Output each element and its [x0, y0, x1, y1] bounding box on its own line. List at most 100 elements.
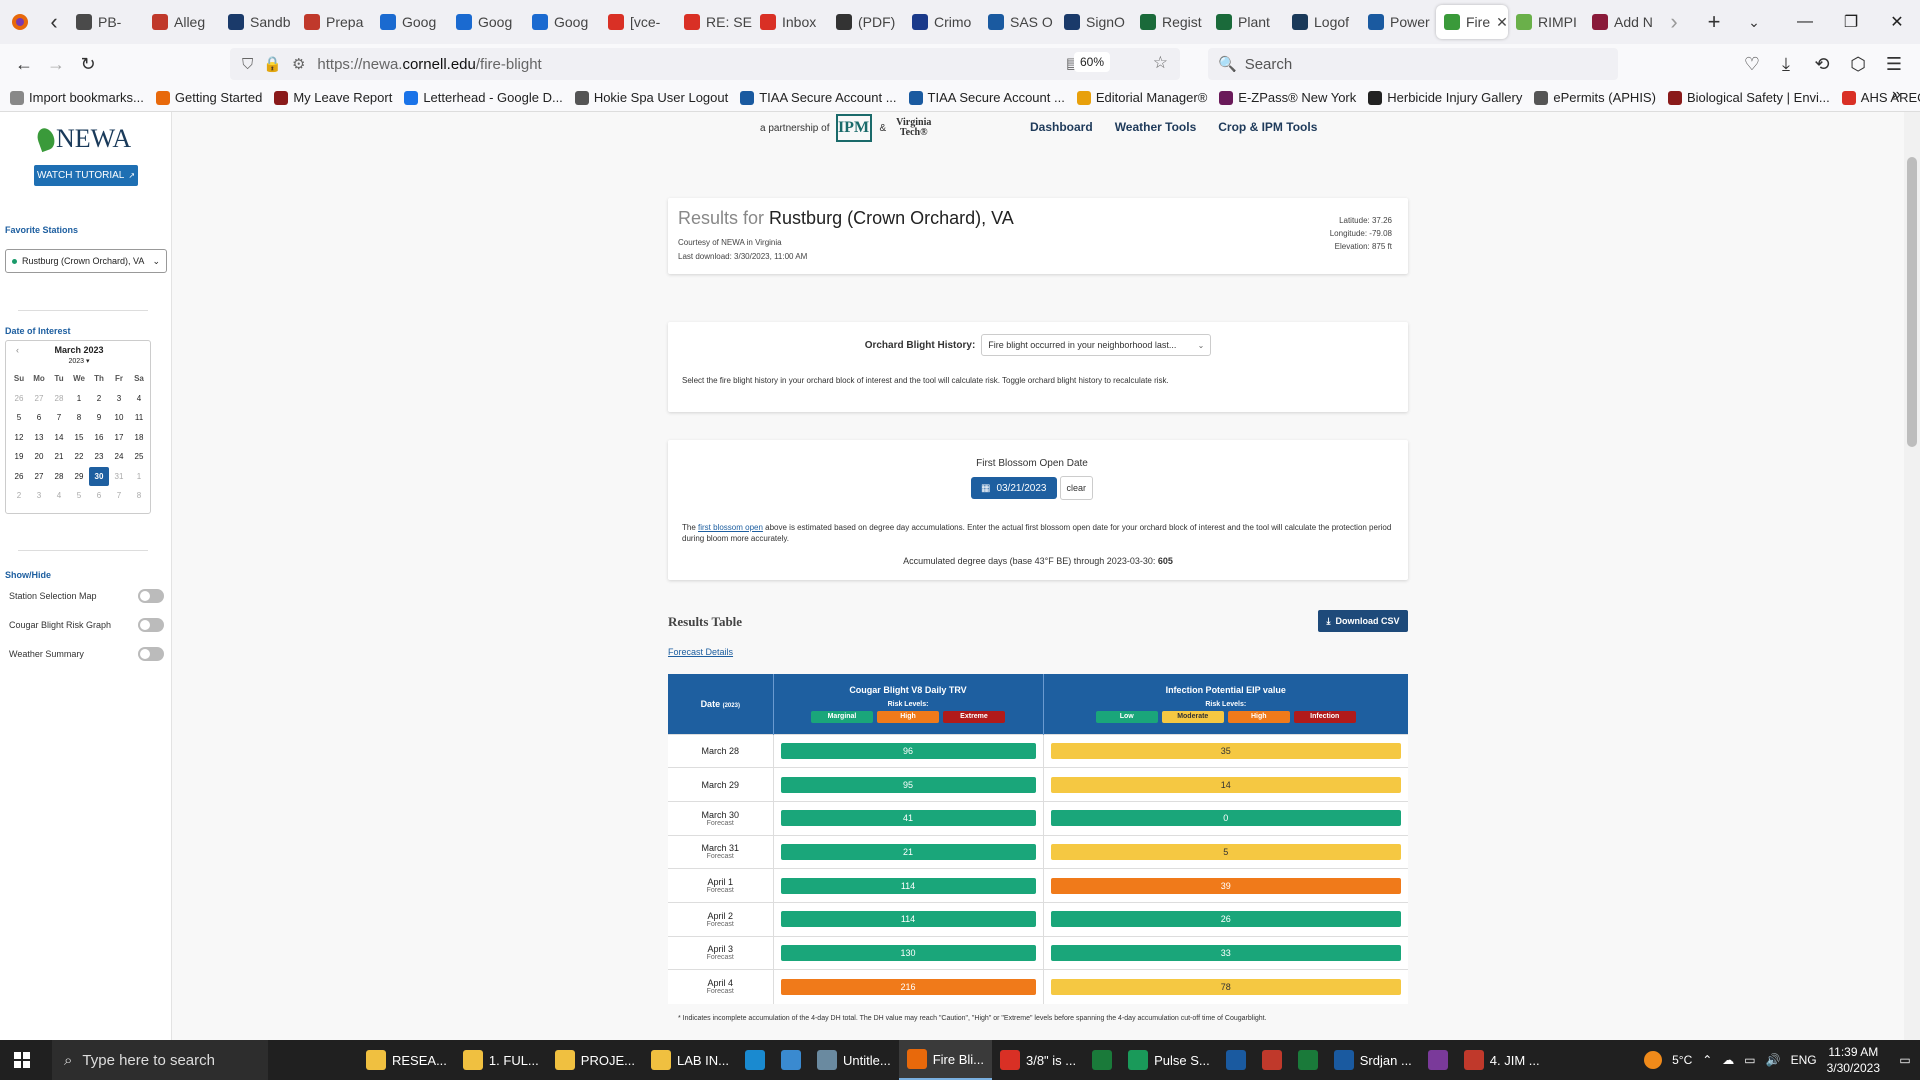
toggle-switch[interactable] [138, 618, 164, 632]
pocket-icon[interactable]: ♡ [1736, 48, 1768, 80]
calendar-day[interactable]: 12 [9, 428, 29, 448]
bookmark-item[interactable]: TIAA Secure Account ... [908, 90, 1065, 105]
new-tab-icon[interactable]: + [1700, 7, 1728, 37]
calendar-day[interactable]: 6 [89, 486, 109, 506]
browser-tab[interactable]: Goog [448, 5, 524, 39]
station-select[interactable]: Rustburg (Crown Orchard), VA ⌄ [5, 249, 167, 273]
search-input[interactable]: 🔍 Search [1208, 48, 1618, 80]
browser-tab[interactable]: Inbox [752, 5, 828, 39]
permissions-icon[interactable]: ⚙ [292, 55, 305, 73]
calendar-day[interactable]: 27 [29, 389, 49, 409]
bookmark-item[interactable]: Letterhead - Google D... [404, 90, 563, 105]
taskbar-app[interactable]: Untitle... [809, 1040, 899, 1080]
watch-tutorial-button[interactable]: WATCH TUTORIAL ↗ [34, 165, 138, 186]
taskbar-app[interactable] [773, 1040, 809, 1080]
browser-tab[interactable]: Goog [524, 5, 600, 39]
calendar-day[interactable]: 29 [69, 467, 89, 487]
calendar-day[interactable]: 5 [69, 486, 89, 506]
shield-icon[interactable]: ⛉ [242, 56, 253, 73]
bookmark-item[interactable]: My Leave Report [274, 90, 392, 105]
calendar-day[interactable]: 19 [9, 447, 29, 467]
taskbar-app[interactable]: RESEA... [358, 1040, 455, 1080]
calendar-year[interactable]: 2023 ▾ [6, 357, 152, 365]
list-tabs-icon[interactable]: ⌄ [1740, 7, 1768, 37]
reload-icon[interactable]: ↻ [72, 48, 104, 80]
first-blossom-date-button[interactable]: ▦ 03/21/2023 [970, 477, 1057, 499]
calendar-day[interactable]: 3 [29, 486, 49, 506]
calendar-day[interactable]: 31 [109, 467, 129, 487]
taskbar-app[interactable]: 1. FUL... [455, 1040, 547, 1080]
browser-tab[interactable]: Regist [1132, 5, 1208, 39]
extensions-icon[interactable]: ⬡ [1842, 48, 1874, 80]
calendar-day[interactable]: 8 [129, 486, 149, 506]
notifications-icon[interactable]: ▭ [1890, 1053, 1920, 1067]
toggle-switch[interactable] [138, 647, 164, 661]
browser-tab[interactable]: PB- [68, 5, 144, 39]
scrollbar-thumb[interactable] [1907, 157, 1917, 447]
restore-icon[interactable]: ❐ [1828, 0, 1874, 44]
calendar-day[interactable]: 24 [109, 447, 129, 467]
forward-icon[interactable]: → [40, 48, 72, 80]
calendar-day[interactable]: 2 [9, 486, 29, 506]
bookmark-item[interactable]: Import bookmarks... [10, 90, 144, 105]
calendar-day[interactable]: 5 [9, 408, 29, 428]
weather-icon[interactable] [1644, 1051, 1663, 1069]
close-window-icon[interactable]: ✕ [1874, 0, 1920, 44]
taskbar-app[interactable]: PROJE... [547, 1040, 643, 1080]
calendar-day[interactable]: 18 [129, 428, 149, 448]
temperature-text[interactable]: 5°C [1672, 1053, 1692, 1067]
nav-crop-ipm-tools[interactable]: Crop & IPM Tools [1218, 120, 1317, 134]
toggle-switch[interactable] [138, 589, 164, 603]
nav-dashboard[interactable]: Dashboard [1030, 120, 1093, 134]
taskbar-app[interactable] [1290, 1040, 1326, 1080]
first-blossom-link[interactable]: first blossom open [698, 523, 763, 532]
browser-tab[interactable]: SignO [1056, 5, 1132, 39]
taskbar-app[interactable]: LAB IN... [643, 1040, 737, 1080]
windows-start-icon[interactable] [0, 1040, 44, 1080]
calendar-month[interactable]: March 2023 [6, 345, 152, 355]
blight-history-select[interactable]: Fire blight occurred in your neighborhoo… [981, 334, 1212, 356]
tab-scroll-right-icon[interactable]: › [1660, 7, 1688, 37]
close-tab-icon[interactable]: ✕ [1496, 14, 1508, 31]
bookmark-item[interactable]: Getting Started [155, 90, 262, 105]
downloads-icon[interactable]: ⤓ [1770, 48, 1802, 80]
calendar-day[interactable]: 4 [49, 486, 69, 506]
sync-icon[interactable]: ⟲ [1806, 48, 1838, 80]
browser-tab[interactable]: RIMPI [1508, 5, 1584, 39]
browser-tab[interactable]: RE: SE [676, 5, 752, 39]
calendar-day[interactable]: 27 [29, 467, 49, 487]
calendar-day[interactable]: 11 [129, 408, 149, 428]
download-csv-button[interactable]: ⤓ Download CSV [1318, 610, 1408, 632]
taskbar-app[interactable] [737, 1040, 773, 1080]
bookmark-item[interactable]: ePermits (APHIS) [1534, 90, 1656, 105]
calendar-day[interactable]: 22 [69, 447, 89, 467]
browser-tab[interactable]: Add N [1584, 5, 1660, 39]
browser-tab[interactable]: Crimo [904, 5, 980, 39]
calendar-day[interactable]: 28 [49, 467, 69, 487]
calendar-day[interactable]: 7 [49, 408, 69, 428]
calendar-day[interactable]: 26 [9, 389, 29, 409]
browser-tab[interactable]: Plant [1208, 5, 1284, 39]
bookmark-item[interactable]: Editorial Manager® [1076, 90, 1207, 105]
browser-tab[interactable]: Sandb [220, 5, 296, 39]
zoom-level[interactable]: 60% [1073, 52, 1110, 72]
calendar-day[interactable]: 16 [89, 428, 109, 448]
bookmark-item[interactable]: Hokie Spa User Logout [574, 90, 728, 105]
calendar-day[interactable]: 21 [49, 447, 69, 467]
calendar-day[interactable]: 28 [49, 389, 69, 409]
taskbar-search[interactable]: ⌕ Type here to search [52, 1040, 268, 1080]
calendar-day[interactable]: 13 [29, 428, 49, 448]
calendar-day[interactable]: 7 [109, 486, 129, 506]
calendar-day[interactable]: 20 [29, 447, 49, 467]
browser-tab[interactable]: [vce- [600, 5, 676, 39]
tab-scroll-left-icon[interactable]: ‹ [40, 7, 68, 37]
calendar-day[interactable]: 1 [129, 467, 149, 487]
browser-tab[interactable]: Goog [372, 5, 448, 39]
calendar-day[interactable]: 14 [49, 428, 69, 448]
bookmark-star-icon[interactable]: ☆ [1153, 53, 1168, 73]
clear-button[interactable]: clear [1059, 476, 1094, 500]
lock-icon[interactable]: 🔒 [263, 55, 282, 73]
taskbar-app[interactable] [1254, 1040, 1290, 1080]
calendar-day[interactable]: 25 [129, 447, 149, 467]
bookmark-item[interactable]: Biological Safety | Envi... [1667, 90, 1830, 105]
